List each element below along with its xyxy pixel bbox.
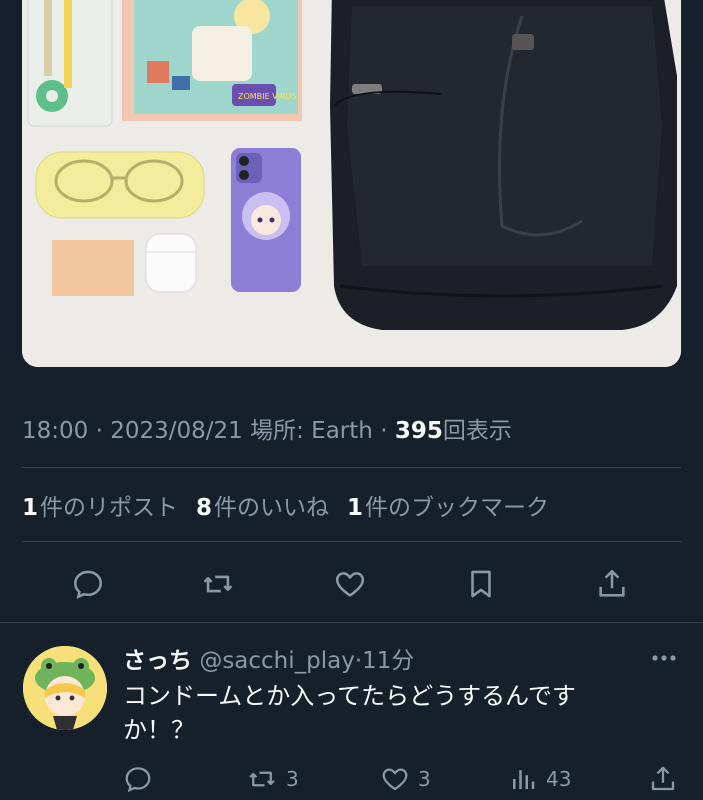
reply-like-button[interactable]: 3: [380, 762, 431, 796]
reply-header: さっち @sacchi_play·11分: [123, 641, 414, 675]
repost-icon: [249, 771, 275, 787]
tweet-time[interactable]: 18:00: [22, 418, 88, 444]
photo-flatlay: ZOMBIE VIRUS: [22, 0, 681, 367]
like-icon: [382, 768, 408, 791]
share-icon: [651, 766, 675, 791]
views-chart-icon: [513, 770, 535, 789]
reply-author-handle[interactable]: @sacchi_play: [199, 648, 355, 674]
like-button[interactable]: [330, 564, 370, 604]
meta-separator: ·: [380, 418, 388, 444]
reply-share-button[interactable]: [648, 762, 678, 796]
likes-count: 8: [196, 495, 213, 521]
reply-views-button[interactable]: 43: [508, 762, 571, 796]
avatar-illustration: [23, 646, 107, 730]
divider: [22, 467, 681, 468]
reply-button[interactable]: [68, 564, 108, 604]
likes-label: 件のいいね: [214, 495, 330, 521]
more-icon: [652, 655, 676, 661]
reply-reply-button[interactable]: [123, 762, 153, 796]
reply-repost-count: 3: [286, 767, 299, 791]
bookmarks-count: 1: [347, 495, 364, 521]
reply-text-line: か！？: [123, 716, 195, 744]
views-label: 回表示: [442, 418, 512, 444]
tweet-action-bar: [0, 558, 703, 608]
like-icon: [335, 572, 365, 597]
repost-icon: [203, 575, 233, 593]
engagement-stats: 1件のリポスト 8件のいいね 1件のブックマーク: [22, 488, 549, 522]
reply-repost-button[interactable]: 3: [246, 762, 299, 796]
reply-body: コンドームとか入ってたらどうするんです か！？: [123, 679, 643, 747]
reply-action-bar: 3 3 43: [0, 758, 703, 800]
reply-like-count: 3: [418, 767, 431, 791]
bookmarks-stat[interactable]: 1件のブックマーク: [347, 488, 549, 522]
reposts-stat[interactable]: 1件のリポスト: [22, 488, 178, 522]
sticker-text: ZOMBIE VIRUS: [238, 92, 296, 101]
tweet-media-image[interactable]: ZOMBIE VIRUS: [22, 0, 681, 367]
reply-icon: [73, 570, 103, 599]
repost-button[interactable]: [198, 564, 238, 604]
reposts-count: 1: [22, 495, 39, 521]
tweet-date[interactable]: 2023/08/21: [110, 418, 243, 444]
tweet-location[interactable]: 場所: Earth: [250, 418, 373, 444]
reply-text-line: コンドームとか入ってたらどうするんです: [123, 682, 576, 710]
meta-separator: ·: [95, 418, 103, 444]
tweet-timestamp-line: 18:00 · 2023/08/21 場所: Earth · 395回表示: [22, 411, 512, 445]
share-icon: [599, 569, 625, 597]
avatar[interactable]: [23, 646, 107, 730]
reply-time[interactable]: 11分: [362, 648, 414, 674]
divider: [22, 541, 681, 542]
bookmark-icon: [471, 570, 491, 598]
reposts-label: 件のリポスト: [40, 495, 179, 521]
views-count: 395: [394, 418, 443, 444]
reply-views-count: 43: [546, 767, 572, 791]
reply-author-name[interactable]: さっち: [123, 648, 192, 674]
likes-stat[interactable]: 8件のいいね: [196, 488, 329, 522]
share-button[interactable]: [592, 564, 632, 604]
bookmark-button[interactable]: [461, 564, 501, 604]
bookmarks-label: 件のブックマーク: [365, 495, 550, 521]
reply-icon: [125, 767, 151, 793]
more-options-button[interactable]: [650, 650, 680, 666]
section-divider: [0, 622, 703, 623]
